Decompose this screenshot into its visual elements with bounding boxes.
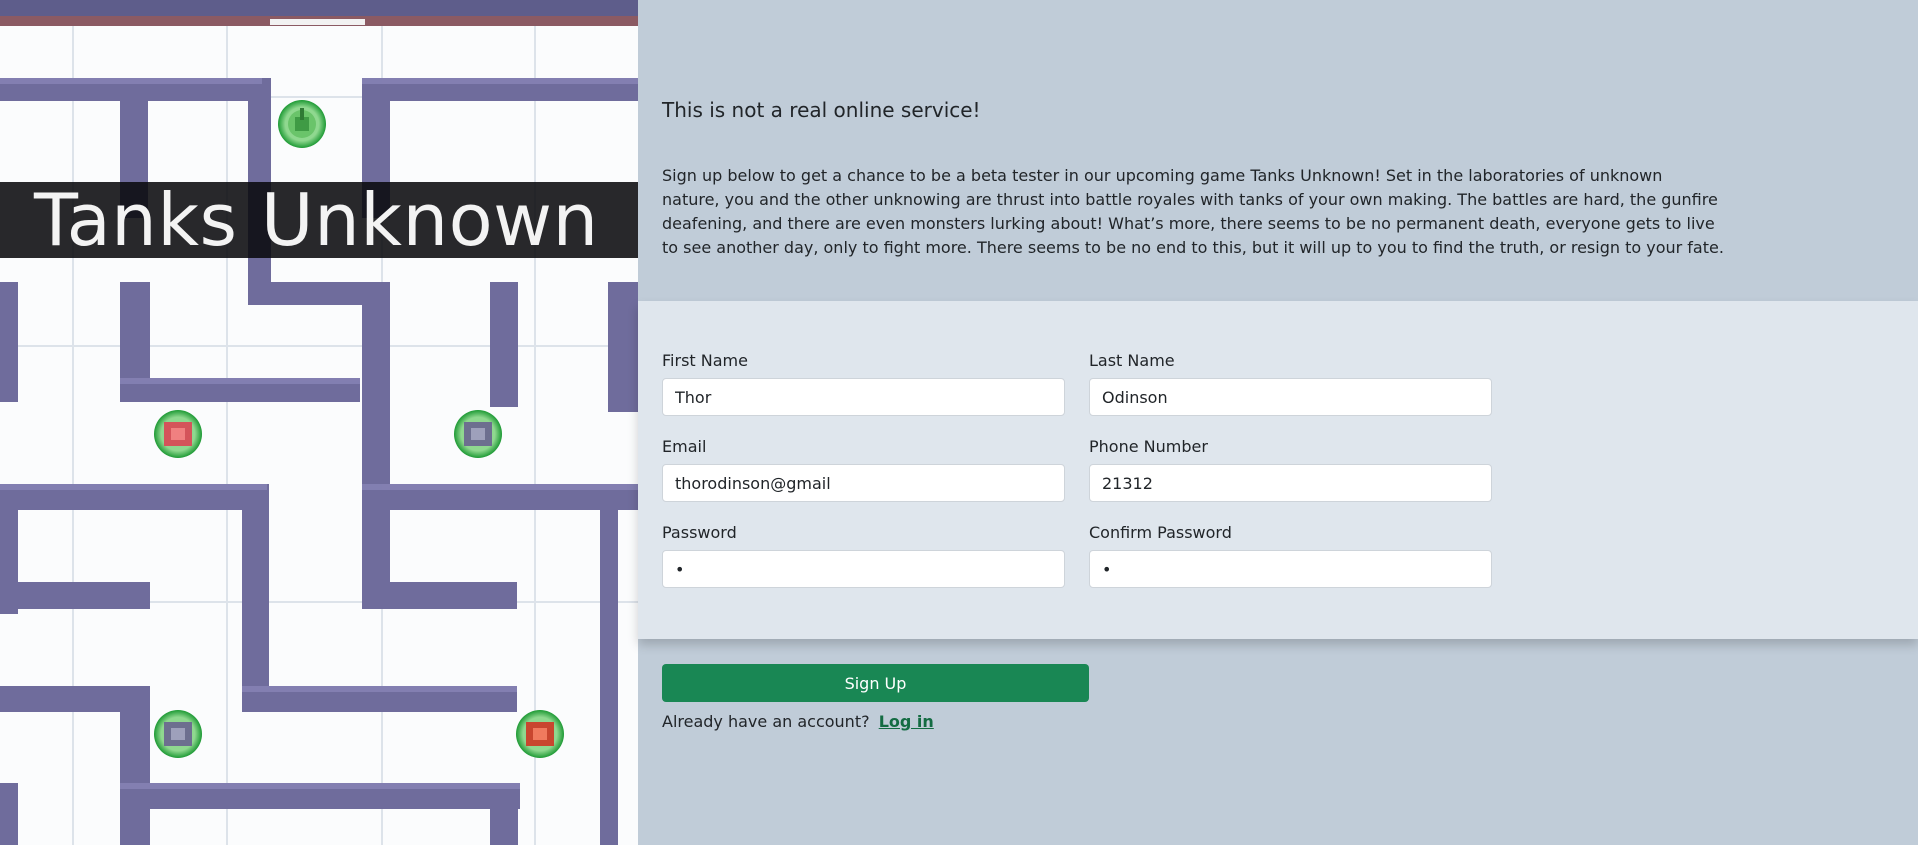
gray-tank-icon <box>454 410 502 458</box>
confirm-password-input[interactable] <box>1089 550 1492 588</box>
password-label: Password <box>662 523 737 542</box>
email-input[interactable] <box>662 464 1065 502</box>
red-tank-icon <box>516 710 564 758</box>
intro-heading: This is not a real online service! <box>662 98 981 122</box>
password-input[interactable] <box>662 550 1065 588</box>
game-artwork: Tanks Unknown <box>0 0 638 845</box>
first-name-label: First Name <box>662 351 748 370</box>
phone-input[interactable] <box>1089 464 1492 502</box>
sign-up-button[interactable]: Sign Up <box>662 664 1089 702</box>
green-tank-icon <box>278 100 326 148</box>
signup-form: First Name Last Name Email Phone Number … <box>638 301 1918 639</box>
last-name-label: Last Name <box>1089 351 1175 370</box>
email-group: Email <box>662 437 1065 502</box>
login-prompt-row: Already have an account? Log in <box>662 710 934 734</box>
first-name-group: First Name <box>662 351 1065 416</box>
password-group: Password <box>662 523 1065 588</box>
confirm-password-label: Confirm Password <box>1089 523 1232 542</box>
first-name-input[interactable] <box>662 378 1065 416</box>
signup-content: This is not a real online service! Sign … <box>638 0 1918 845</box>
phone-group: Phone Number <box>1089 437 1492 502</box>
login-prompt-text: Already have an account? <box>662 712 870 731</box>
game-title: Tanks Unknown <box>34 178 599 262</box>
last-name-group: Last Name <box>1089 351 1492 416</box>
phone-label: Phone Number <box>1089 437 1208 456</box>
log-in-link[interactable]: Log in <box>879 712 934 731</box>
red-tank-icon <box>154 410 202 458</box>
gray-tank-icon <box>154 710 202 758</box>
confirm-password-group: Confirm Password <box>1089 523 1492 588</box>
intro-description: Sign up below to get a chance to be a be… <box>662 166 1724 257</box>
last-name-input[interactable] <box>1089 378 1492 416</box>
email-label: Email <box>662 437 707 456</box>
page: Tanks Unknown This is not a real online … <box>0 0 1918 845</box>
